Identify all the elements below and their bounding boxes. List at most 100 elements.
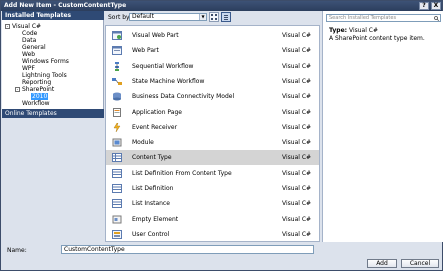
close-button[interactable]: X	[431, 2, 441, 10]
tree-item[interactable]: Reporting	[22, 79, 51, 86]
sequential-workflow-icon	[115, 61, 119, 71]
template-language: Visual C#	[282, 169, 312, 177]
template-row[interactable]: Content Type Visual C#	[106, 150, 319, 166]
template-name: Sequential Workflow	[132, 62, 194, 70]
template-language: Visual C#	[282, 200, 312, 208]
tree-item-label: Code	[22, 30, 38, 37]
user-control-icon	[112, 229, 122, 239]
installed-templates-header[interactable]: Installed Templates	[2, 11, 104, 20]
tree-item-label: Lightning Tools	[22, 72, 67, 79]
visual-web-part-icon	[112, 31, 122, 40]
template-name: Visual Web Part	[132, 32, 179, 39]
list-view-button[interactable]	[221, 12, 231, 22]
template-name: Content Type	[132, 154, 172, 162]
template-row[interactable]: Business Data Connectivity Model Visual C…	[106, 89, 319, 104]
template-list: Visual Web Part Visual C# Web Part Visual C…	[105, 25, 320, 242]
tree-item[interactable]: Windows Forms	[22, 58, 69, 65]
template-description: A SharePoint content type item.	[329, 35, 425, 42]
template-row[interactable]: List Definition Visual C#	[106, 181, 319, 196]
template-language: Visual C#	[282, 32, 312, 39]
online-templates-item[interactable]: Online Templates	[2, 109, 104, 118]
template-language: Visual C#	[282, 47, 312, 55]
template-name: Application Page	[132, 108, 182, 116]
tree-item-label: General	[22, 44, 46, 51]
search-installed-templates-input[interactable]: Search Installed Templates	[326, 14, 441, 22]
template-name: User Control	[132, 230, 170, 238]
template-name: List Instance	[132, 200, 170, 208]
tree-item-label: SharePoint	[22, 86, 55, 93]
template-language: Visual C#	[282, 108, 312, 116]
name-label: Name:	[7, 247, 27, 254]
template-row[interactable]: List Instance Visual C#	[106, 196, 319, 211]
tree-item-label: Reporting	[22, 79, 52, 86]
list-instance-icon	[112, 199, 122, 209]
template-row[interactable]: Sequential Workflow Visual C#	[106, 59, 319, 74]
window-title: Add New Item - CustomContentType	[4, 2, 127, 9]
template-name: Module	[132, 139, 154, 147]
application-page-icon	[113, 107, 121, 117]
sort-by-dropdown[interactable]: Default ▼	[129, 13, 207, 21]
template-details-panel: Search Installed Templates Type: Visual …	[322, 11, 443, 242]
small-icons-icon	[211, 14, 217, 20]
template-language: Visual C#	[282, 230, 312, 238]
state-machine-workflow-icon	[112, 77, 122, 85]
event-receiver-icon	[113, 122, 121, 132]
name-field[interactable]: CustomContentType	[61, 245, 314, 254]
template-name: List Definition	[132, 185, 174, 192]
template-language: Visual C#	[282, 215, 312, 223]
tree-item[interactable]: 2010	[31, 93, 49, 100]
template-name: Business Data Connectivity Model	[132, 93, 235, 101]
tree-item[interactable]: - SharePoint	[15, 86, 54, 93]
templates-sidebar: Installed Templates - Visual C# Code Data Ge…	[2, 11, 104, 242]
template-row[interactable]: Empty Element Visual C#	[106, 212, 319, 227]
template-row[interactable]: User Control Visual C#	[106, 227, 319, 242]
template-language: Visual C#	[282, 123, 312, 131]
title-bar: Add New Item - CustomContentType ? X	[1, 1, 442, 11]
tree-item-label: Windows Forms	[22, 58, 69, 65]
template-row[interactable]: Web Part Visual C#	[106, 43, 319, 58]
tree-item[interactable]: General	[22, 44, 46, 51]
tree-item[interactable]: Web	[22, 51, 35, 58]
template-name: Empty Element	[132, 215, 179, 223]
template-name: List Definition From Content Type	[132, 169, 232, 177]
add-button[interactable]: Add	[367, 259, 397, 268]
template-language: Visual C#	[282, 77, 312, 85]
tree-item[interactable]: WPF	[22, 65, 35, 72]
help-button[interactable]: ?	[419, 2, 429, 10]
list-view-icon	[224, 15, 228, 20]
sort-by-value: Default	[132, 13, 154, 20]
template-name: State Machine Workflow	[132, 77, 205, 85]
template-row[interactable]: Application Page Visual C#	[106, 105, 319, 120]
module-icon	[112, 138, 122, 147]
type-label: Type:	[329, 27, 348, 34]
template-language: Visual C#	[282, 185, 312, 192]
template-row[interactable]: Module Visual C#	[106, 135, 319, 150]
collapse-toggle-icon[interactable]: -	[5, 24, 10, 29]
sort-by-label: Sort by:	[108, 14, 132, 21]
template-language: Visual C#	[282, 154, 312, 162]
tree-item-label: Visual C#	[12, 23, 42, 30]
template-row[interactable]: Event Receiver Visual C#	[106, 120, 319, 135]
template-row[interactable]: List Definition From Content Type Visual …	[106, 166, 319, 181]
tree-item[interactable]: Data	[22, 37, 36, 44]
bdc-model-icon	[113, 92, 121, 101]
list-toolbar: Sort by: Default ▼	[105, 11, 320, 24]
list-definition-icon	[112, 184, 122, 193]
tree-item[interactable]: Lightning Tools	[22, 72, 67, 79]
tree-item[interactable]: Workflow	[22, 100, 50, 107]
tree-item-label: Web	[22, 51, 36, 58]
web-part-icon	[112, 46, 122, 56]
cancel-button[interactable]: Cancel	[401, 259, 439, 268]
tree-item[interactable]: Code	[22, 30, 37, 37]
sidebar-empty-area	[2, 118, 104, 242]
type-value: Visual C#	[348, 27, 379, 34]
search-icon[interactable]	[434, 16, 439, 21]
template-row[interactable]: State Machine Workflow Visual C#	[106, 74, 319, 89]
template-type: Type: Visual C#	[329, 27, 378, 34]
tree-item[interactable]: - Visual C#	[5, 23, 41, 30]
collapse-toggle-icon[interactable]: -	[15, 87, 20, 92]
tree-item-label: Data	[22, 37, 37, 44]
chevron-down-icon[interactable]: ▼	[199, 14, 206, 20]
template-row[interactable]: Visual Web Part Visual C#	[106, 28, 319, 43]
small-icons-view-button[interactable]	[209, 12, 219, 22]
